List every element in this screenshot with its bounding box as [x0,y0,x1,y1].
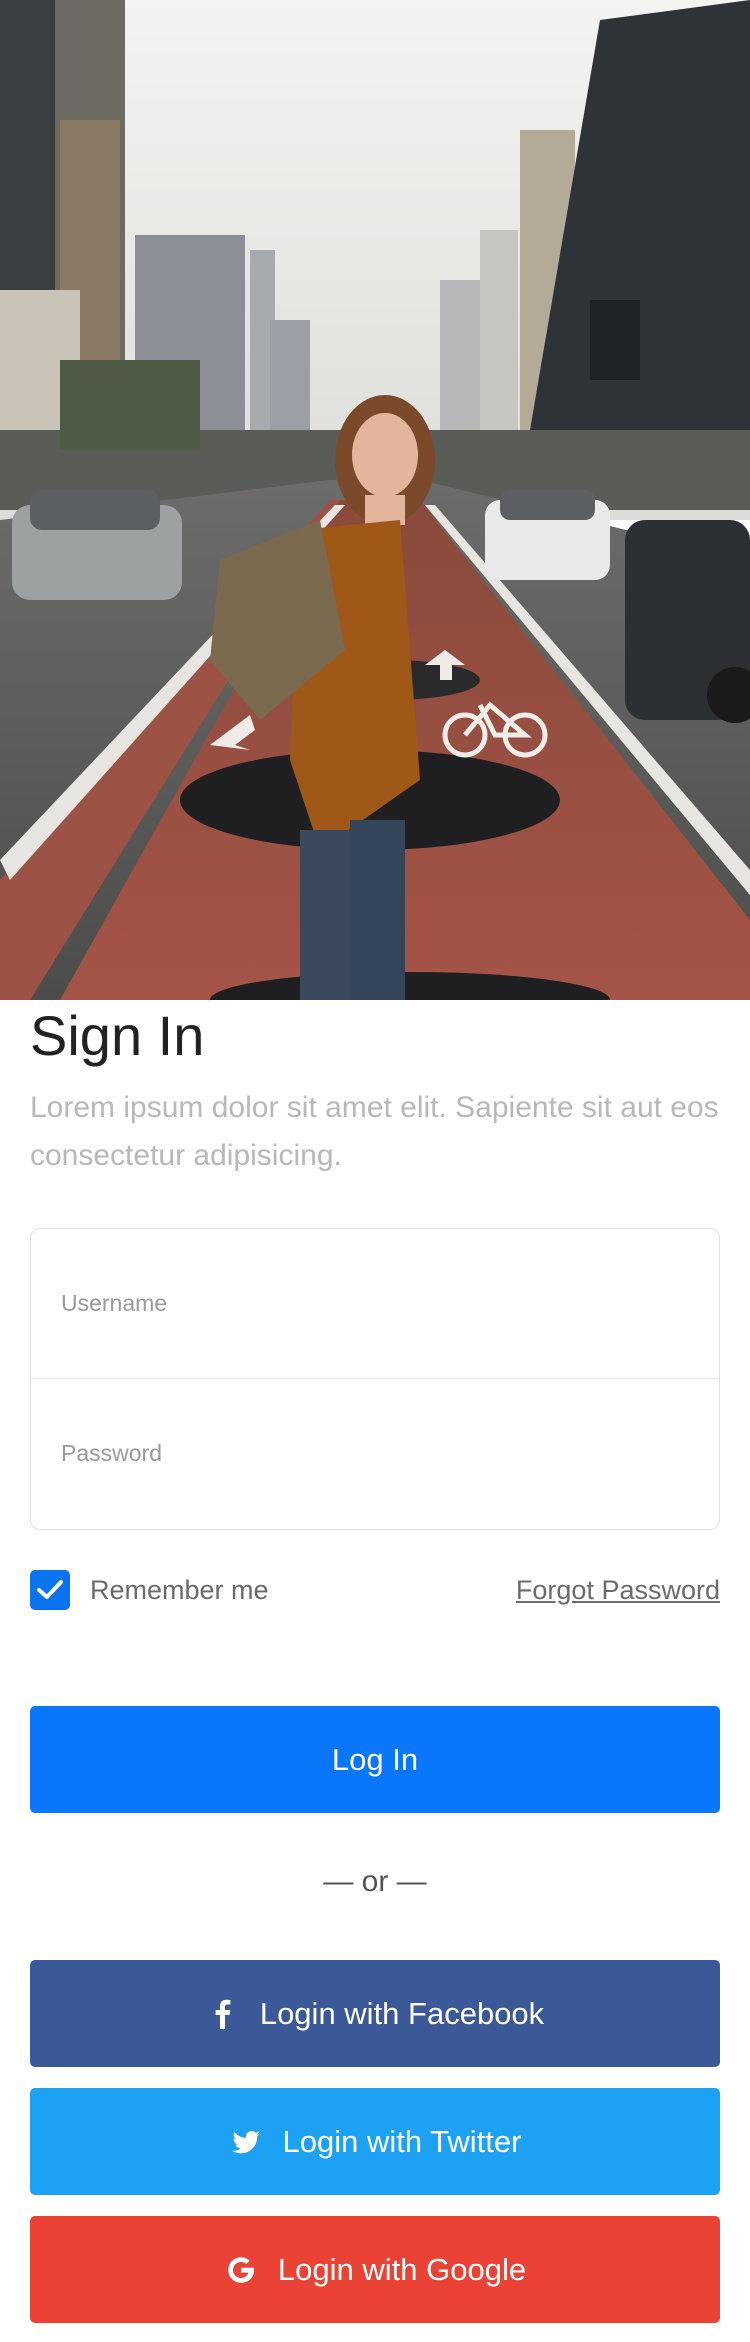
username-input[interactable] [31,1229,719,1378]
page-subtitle: Lorem ipsum dolor sit amet elit. Sapient… [30,1091,719,1172]
remember-row: Remember me Forgot Password [30,1568,720,1612]
twitter-button-label: Login with Twitter [282,2123,522,2159]
remember-checkbox[interactable] [30,1570,70,1610]
login-button[interactable]: Log In [30,1706,720,1813]
google-icon [224,2253,258,2287]
facebook-button-label: Login with Facebook [259,1995,545,2031]
login-button-label: Log In [331,1741,419,1777]
remember-label: Remember me [90,1575,269,1605]
google-login-button[interactable]: Login with Google [30,2216,720,2323]
page-title: Sign In [30,1004,205,1067]
facebook-icon [206,1997,240,2031]
or-divider: — or — [323,1865,427,1898]
check-icon [37,1580,63,1599]
google-button-label: Login with Google [277,2251,527,2287]
password-input[interactable] [31,1379,719,1528]
forgot-password-link[interactable]: Forgot Password [516,1574,720,1606]
signin-page: Sign In Lorem ipsum dolor sit amet elit.… [0,0,750,2342]
twitter-login-button[interactable]: Login with Twitter [30,2088,720,2195]
facebook-login-button[interactable]: Login with Facebook [30,1960,720,2067]
hero-image [0,0,750,1000]
twitter-icon [229,2125,263,2159]
login-form [30,1228,720,1530]
